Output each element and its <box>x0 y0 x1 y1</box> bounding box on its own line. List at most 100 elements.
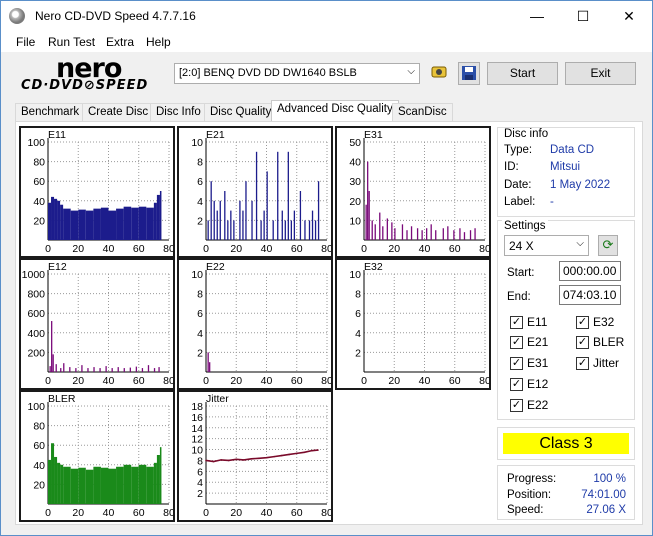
bar-e11 <box>123 206 132 240</box>
chart-svg-jitter: 24681012141618 0 20 40 60 80 Jitter <box>191 393 331 519</box>
bar-e12 <box>105 366 107 372</box>
tab-scandisc[interactable]: ScanDisc <box>392 103 453 122</box>
tab-disc-quality[interactable]: Disc Quality <box>204 103 278 122</box>
bar-e31 <box>410 226 413 240</box>
y-tick-label: 8 <box>197 289 203 301</box>
chart-svg-e11: 20 40 60 80 100 0 20 40 60 80 E11 <box>27 129 173 255</box>
y-tick-label: 18 <box>191 401 203 413</box>
bar-e11 <box>146 207 154 240</box>
y-tick-label: 200 <box>27 347 45 359</box>
y-tick-label: 6 <box>197 308 203 320</box>
x-tick-label: 60 <box>133 243 145 255</box>
bar-bler <box>159 447 162 504</box>
bar-e11 <box>63 208 71 240</box>
chart-e11: 20 40 60 80 100 0 20 40 60 80 E11 <box>19 126 175 258</box>
bar-e11 <box>116 208 124 240</box>
bar-e21 <box>242 210 244 240</box>
chart-e12: 200 400 600 800 1000 0 20 40 60 80 E12 <box>19 258 175 390</box>
speed-select[interactable]: 24 X ⌵ <box>504 235 589 256</box>
tab-benchmark[interactable]: Benchmark <box>15 103 86 122</box>
y-tick-label: 40 <box>33 196 45 208</box>
y-tick-label: 60 <box>33 440 45 452</box>
bar-e31 <box>463 232 466 240</box>
y-tick-label: 4 <box>197 328 203 340</box>
bar-e11 <box>51 196 55 240</box>
y-tick-label: 400 <box>27 328 45 340</box>
bar-e11 <box>100 207 109 240</box>
title-bar: Nero CD-DVD Speed 4.7.7.16 — ☐ ✕ <box>1 1 652 32</box>
bar-e31 <box>394 228 396 240</box>
y-tick-label: 1000 <box>22 269 46 281</box>
menu-file[interactable]: File <box>16 35 35 49</box>
start-time-field[interactable]: 000:00.00 <box>559 261 621 281</box>
x-tick-label: 0 <box>45 375 51 387</box>
bar-e21 <box>245 181 247 240</box>
bar-bler <box>78 467 86 504</box>
chart-title-e21: E21 <box>206 129 225 141</box>
menu-extra[interactable]: Extra <box>106 35 134 49</box>
type-label: Type: <box>504 144 533 156</box>
x-tick-label: 40 <box>261 375 273 387</box>
y-tick-label: 6 <box>197 176 203 188</box>
eject-drive-icon[interactable] <box>428 62 450 85</box>
exit-button[interactable]: Exit <box>565 62 636 85</box>
tab-create-disc[interactable]: Create Disc <box>82 103 155 122</box>
x-tick-label: 40 <box>261 243 273 255</box>
x-tick-label: 0 <box>361 375 367 387</box>
position-label: Position: <box>507 489 552 501</box>
maximize-button[interactable]: ☐ <box>560 1 606 32</box>
position-value: 74:01.00 <box>581 489 626 501</box>
y-tick-label: 30 <box>349 176 361 188</box>
minimize-button[interactable]: — <box>514 1 560 32</box>
bar-e31 <box>391 222 393 240</box>
chart-svg-e22: 2 4 6 8 10 0 20 40 60 80 E22 <box>191 261 331 387</box>
bar-e21 <box>311 210 314 240</box>
y-tick-label: 8 <box>197 157 203 169</box>
x-tick-label: 20 <box>388 375 400 387</box>
refresh-icon[interactable]: ⟳ <box>598 235 618 256</box>
bar-bler <box>54 456 58 504</box>
y-tick-label: 600 <box>27 308 45 320</box>
y-tick-label: 2 <box>197 347 203 359</box>
menu-help[interactable]: Help <box>146 35 171 49</box>
bar-e31 <box>368 191 370 240</box>
y-tick-label: 4 <box>197 196 203 208</box>
chart-svg-e21: 2 4 6 8 10 0 20 40 60 80 E21 <box>191 129 331 255</box>
x-tick-label: 20 <box>230 375 242 387</box>
bar-bler <box>108 468 117 504</box>
chart-title-e32: E32 <box>364 261 383 273</box>
bar-e31 <box>435 230 437 240</box>
start-button[interactable]: Start <box>487 62 558 85</box>
drive-select[interactable]: [2:0] BENQ DVD DD DW1640 BSLB ⌵ <box>174 63 420 84</box>
bar-e21 <box>314 220 317 240</box>
y-tick-label: 40 <box>33 460 45 472</box>
bar-e12 <box>69 367 71 372</box>
save-icon[interactable] <box>458 62 480 85</box>
bar-e22 <box>207 352 209 372</box>
chart-title-bler: BLER <box>48 393 76 405</box>
point-jitter <box>273 455 275 458</box>
bar-e11 <box>54 198 58 240</box>
bar-e22 <box>209 362 211 372</box>
tab-disc-info[interactable]: Disc Info <box>150 103 207 122</box>
close-button[interactable]: ✕ <box>606 1 652 32</box>
bar-e31 <box>379 212 381 240</box>
bar-bler <box>116 466 124 504</box>
tab-advanced-disc-quality[interactable]: Advanced Disc Quality <box>271 100 399 122</box>
bar-e21 <box>213 200 215 240</box>
end-time-field[interactable]: 074:03.10 <box>559 285 621 305</box>
bar-e21 <box>255 151 258 240</box>
disc-class-badge: Class 3 <box>503 433 629 454</box>
x-tick-label: 40 <box>419 375 431 387</box>
y-tick-label: 80 <box>33 157 45 169</box>
bar-e11 <box>159 191 162 240</box>
bar-e11 <box>57 200 61 240</box>
bar-e12 <box>111 368 113 372</box>
bar-e12 <box>55 364 57 372</box>
y-tick-label: 10 <box>349 269 361 281</box>
x-tick-label: 60 <box>133 507 145 519</box>
menu-run-test[interactable]: Run Test <box>48 35 95 49</box>
checkmark-icon: ✓ <box>576 357 589 370</box>
chevron-down-icon: ⌵ <box>407 66 415 77</box>
bar-e12 <box>123 368 125 372</box>
